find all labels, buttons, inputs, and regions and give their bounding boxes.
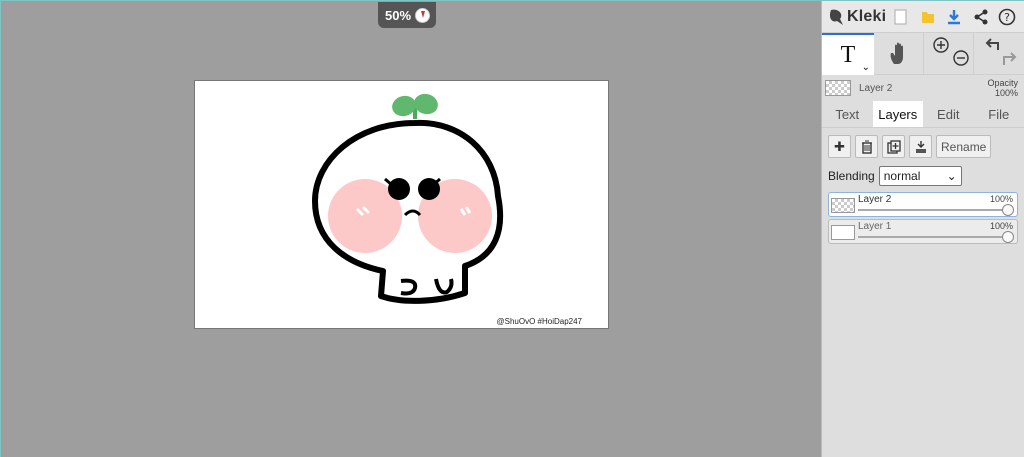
layer-list: Layer 2 100% Layer 1 100% — [822, 186, 1024, 244]
layer-item-layer-2[interactable]: Layer 2 100% — [828, 192, 1018, 217]
zoom-tools — [924, 33, 974, 74]
canvas-workspace[interactable]: 50% @ShuOvO #HoiDap247 — [0, 1, 821, 457]
duplicate-layer-button[interactable] — [882, 135, 905, 158]
canvas-watermark: @ShuOvO #HoiDap247 — [496, 317, 583, 326]
hand-tool-button[interactable] — [874, 33, 924, 74]
current-layer-thumbnail — [825, 80, 851, 96]
layer-name: Layer 2 — [858, 194, 892, 205]
current-layer-opacity: Opacity 100% — [987, 78, 1018, 98]
redo-icon[interactable] — [1003, 52, 1017, 65]
layer-thumbnail — [831, 198, 855, 213]
add-layer-button[interactable]: ✚ — [828, 135, 851, 158]
merge-layer-button[interactable] — [909, 135, 932, 158]
zoom-in-icon[interactable] — [933, 37, 949, 53]
layer-opacity: 100% — [989, 221, 1013, 231]
history-tools — [974, 33, 1024, 74]
blending-select[interactable]: normal ⌄ — [878, 166, 962, 186]
opacity-value: 100% — [994, 88, 1018, 98]
current-layer-name: Layer 2 — [859, 82, 893, 94]
canvas-artwork — [312, 93, 504, 304]
download-icon[interactable] — [941, 4, 967, 30]
hand-tool-icon — [890, 42, 903, 64]
zoom-indicator[interactable]: 50% — [378, 2, 436, 28]
duplicate-icon — [886, 139, 901, 154]
new-image-icon[interactable] — [888, 4, 914, 30]
share-icon[interactable] — [968, 4, 994, 30]
app-logo[interactable]: Kleki — [822, 8, 888, 26]
sidebar-tabs: Text Layers Edit File — [822, 101, 1024, 128]
text-tool-icon: T — [840, 41, 856, 68]
delete-layer-button[interactable] — [855, 135, 878, 158]
opacity-slider-handle[interactable] — [1002, 204, 1014, 216]
compass-reset-icon[interactable] — [415, 7, 431, 23]
layer-opacity: 100% — [989, 194, 1013, 204]
zoom-out-icon[interactable] — [953, 50, 969, 66]
app-name: Kleki — [847, 7, 887, 25]
zoom-label: 50% — [385, 7, 412, 23]
sidebar-topbar: Kleki ? — [822, 1, 1024, 33]
trash-icon — [861, 140, 872, 154]
svg-text:?: ? — [1004, 11, 1010, 24]
drawing-canvas[interactable]: @ShuOvO #HoiDap247 — [194, 80, 609, 329]
merge-down-icon — [915, 140, 926, 153]
blending-row: Blending normal ⌄ — [822, 158, 1024, 186]
help-icon[interactable]: ? — [994, 4, 1020, 30]
opacity-slider-track[interactable] — [858, 236, 1009, 238]
opacity-slider-handle[interactable] — [1002, 231, 1014, 243]
current-layer-info: Layer 2 Opacity 100% — [822, 75, 1024, 101]
tab-layers[interactable]: Layers — [872, 101, 923, 127]
undo-icon[interactable] — [985, 38, 999, 50]
kleki-logo-icon — [828, 8, 844, 26]
sidebar: Kleki ? T ⌄ Layer 2 Opacity 100% Text La… — [821, 1, 1024, 457]
plus-icon: ✚ — [834, 138, 845, 154]
blending-label: Blending — [828, 169, 875, 183]
blending-value: normal — [883, 169, 921, 183]
tab-file[interactable]: File — [974, 101, 1024, 127]
tab-text[interactable]: Text — [822, 101, 873, 127]
layer-thumbnail — [831, 225, 855, 240]
chevron-down-icon: ⌄ — [946, 169, 957, 183]
opacity-label: Opacity — [987, 78, 1018, 88]
layer-item-layer-1[interactable]: Layer 1 100% — [828, 219, 1018, 244]
text-tool-button[interactable]: T ⌄ — [822, 33, 874, 75]
chevron-down-icon[interactable]: ⌄ — [862, 62, 870, 73]
layer-name: Layer 1 — [858, 221, 892, 232]
open-folder-icon[interactable] — [915, 4, 941, 30]
tab-edit[interactable]: Edit — [923, 101, 974, 127]
layer-actions: ✚ Rename — [822, 128, 1024, 158]
tool-row: T ⌄ — [822, 33, 1024, 75]
opacity-slider-track[interactable] — [858, 209, 1009, 211]
rename-layer-button[interactable]: Rename — [936, 135, 992, 158]
